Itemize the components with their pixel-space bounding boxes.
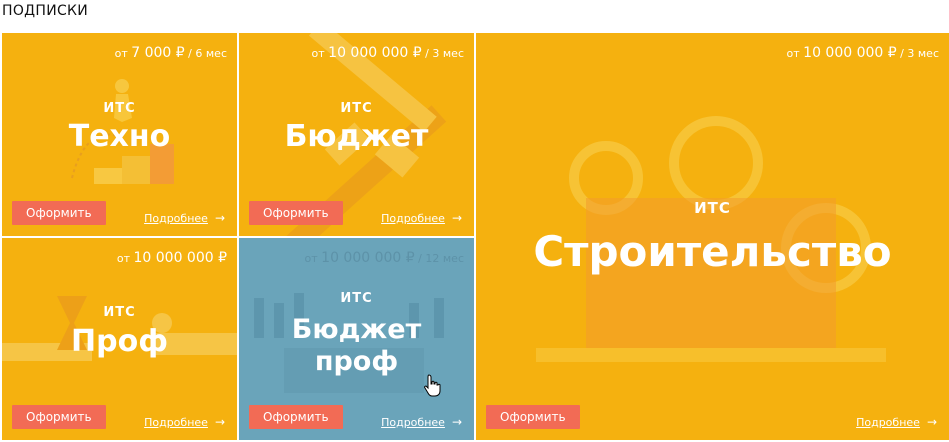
order-button[interactable]: Оформить (486, 405, 580, 429)
more-link[interactable]: Подробнее → (856, 415, 937, 429)
arrow-right-icon: → (451, 415, 462, 429)
card-title: Строительство (533, 227, 892, 276)
card-stroitelstvo[interactable]: от 10 000 000 ₽ / 3 мес ИТС Строительств… (476, 33, 949, 440)
its-label: ИТС (103, 305, 136, 320)
card-budget-prof[interactable]: от 10 000 000 ₽ / 12 мес ИТС Бюджет проф… (239, 238, 474, 440)
more-link[interactable]: Подробнее → (381, 415, 462, 429)
hand-cursor-icon (424, 374, 441, 397)
its-label: ИТС (694, 199, 731, 217)
price-label: от 10 000 000 ₽ / 12 мес (304, 250, 464, 266)
order-button[interactable]: Оформить (12, 201, 106, 225)
card-title: Бюджет проф (291, 314, 422, 377)
more-link[interactable]: Подробнее → (144, 211, 225, 225)
its-label: ИТС (340, 101, 373, 116)
its-label: ИТС (340, 291, 373, 306)
card-tehno[interactable]: от 7 000 ₽ / 6 мес ИТС Техно Оформить По… (2, 33, 237, 236)
price-label: от 10 000 000 ₽ / 3 мес (311, 45, 464, 61)
card-title: Техно (68, 119, 171, 154)
more-link[interactable]: Подробнее → (144, 415, 225, 429)
arrow-right-icon: → (926, 415, 937, 429)
its-label: ИТС (103, 101, 136, 116)
page-heading: ПОДПИСКИ (2, 3, 89, 19)
price-label: от 10 000 000 ₽ / 3 мес (786, 45, 939, 61)
card-title: Бюджет (284, 119, 429, 154)
order-button[interactable]: Оформить (12, 405, 106, 429)
card-prof[interactable]: от 10 000 000 ₽ ИТС Проф Оформить Подроб… (2, 238, 237, 440)
more-link[interactable]: Подробнее → (381, 211, 462, 225)
arrow-right-icon: → (451, 211, 462, 225)
arrow-right-icon: → (214, 415, 225, 429)
order-button[interactable]: Оформить (249, 405, 343, 429)
order-button[interactable]: Оформить (249, 201, 343, 225)
card-budget[interactable]: от 10 000 000 ₽ / 3 мес ИТС Бюджет Оформ… (239, 33, 474, 236)
card-title: Проф (71, 324, 168, 359)
price-label: от 7 000 ₽ / 6 мес (114, 45, 227, 61)
arrow-right-icon: → (214, 211, 225, 225)
price-label: от 10 000 000 ₽ (116, 250, 227, 266)
